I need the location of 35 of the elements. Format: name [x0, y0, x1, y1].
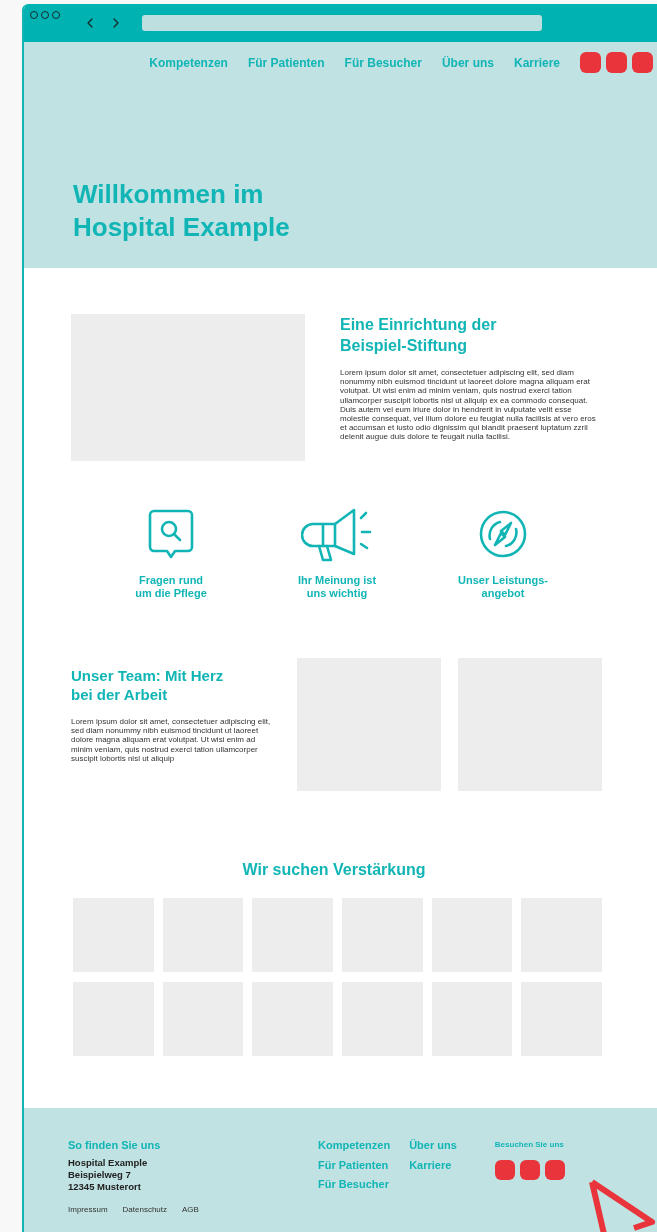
search-icon	[148, 509, 194, 559]
cursor-icon	[588, 1178, 657, 1232]
footer-link[interactable]: Über uns	[409, 1137, 457, 1154]
legal-link[interactable]: AGB	[182, 1203, 199, 1216]
footer-heading: Besuchen Sie uns	[494, 1139, 565, 1151]
megaphone-icon	[301, 506, 373, 562]
footer-link[interactable]: Kompetenzen	[318, 1137, 391, 1154]
nav-link[interactable]: Für Besucher	[344, 53, 422, 72]
footer-link[interactable]: Karriere	[409, 1156, 457, 1173]
section-heading: Unser Team: Mit Herz bei der Arbeit	[71, 666, 225, 704]
feature-label: Fragen rund um die Pflege	[135, 574, 207, 600]
footer-link[interactable]: Für Besucher	[318, 1176, 391, 1193]
feature-label: Ihr Meinung ist uns wichtig	[297, 574, 377, 600]
nav-link[interactable]: Karriere	[513, 53, 560, 72]
social-icon[interactable]	[580, 52, 601, 73]
hero-title: Willkommen im Hospital Example	[73, 178, 291, 244]
section-heading: Eine Einrichtung der Beispiel-Stiftung	[340, 315, 498, 356]
nav-link[interactable]: Kompetenzen	[149, 53, 228, 72]
social-icon[interactable]	[632, 52, 653, 73]
section-heading: Wir suchen Verstärkung	[241, 860, 427, 880]
legal-link[interactable]: Impressum	[68, 1203, 108, 1216]
social-icon[interactable]	[544, 1160, 565, 1180]
nav-link[interactable]: Für Patienten	[247, 53, 325, 72]
social-icon[interactable]	[519, 1160, 540, 1180]
compass-icon	[478, 509, 528, 559]
social-icon[interactable]	[606, 52, 627, 73]
body-text: Lorem ipsum dolor sit amet, consectetuer adipiscing elit, sed diam nonummy nibh euismod tincidunt ut laoreet dolore magna aliquam erat volutpat. Ut wisi enim ad minim veniam, quis nostrud exerci tation ullamcorper suscipit lobortis nisl ut aliquip	[71, 717, 271, 763]
nav-link[interactable]: Über uns	[441, 53, 494, 72]
legal-link[interactable]: Datenschutz	[122, 1203, 168, 1216]
address-text: Hospital Example Beispielweg 7 12345 Musterort	[68, 1156, 149, 1193]
body-text: Lorem ipsum dolor sit amet, consectetuer adipiscing elit, sed diam nonummy nibh euismod tincidunt ut laoreet dolore magna aliquam erat volutpat. Ut wisi enim ad minim veniam, quis nostrud exerci tation ullamcorper suscipit lobortis nisl ut aliquip ex ea commodo consequat. Duis autem vel eum iriure dolor in hendrerit in vulputate velit esse molestie consequat, vel illum dolore eu feugiat nulla facilisis at vero eros et accumsan et iusto odio dignissim qui blandit praesent luptatum zzril delenit augue duis dolore te feugait nulla facilisi.	[340, 368, 597, 442]
social-icon[interactable]	[494, 1160, 515, 1180]
footer-link[interactable]: Für Patienten	[318, 1156, 391, 1173]
feature-label: Unser Leistungs- angebot	[458, 574, 548, 600]
footer-heading: So finden Sie uns	[68, 1138, 162, 1153]
